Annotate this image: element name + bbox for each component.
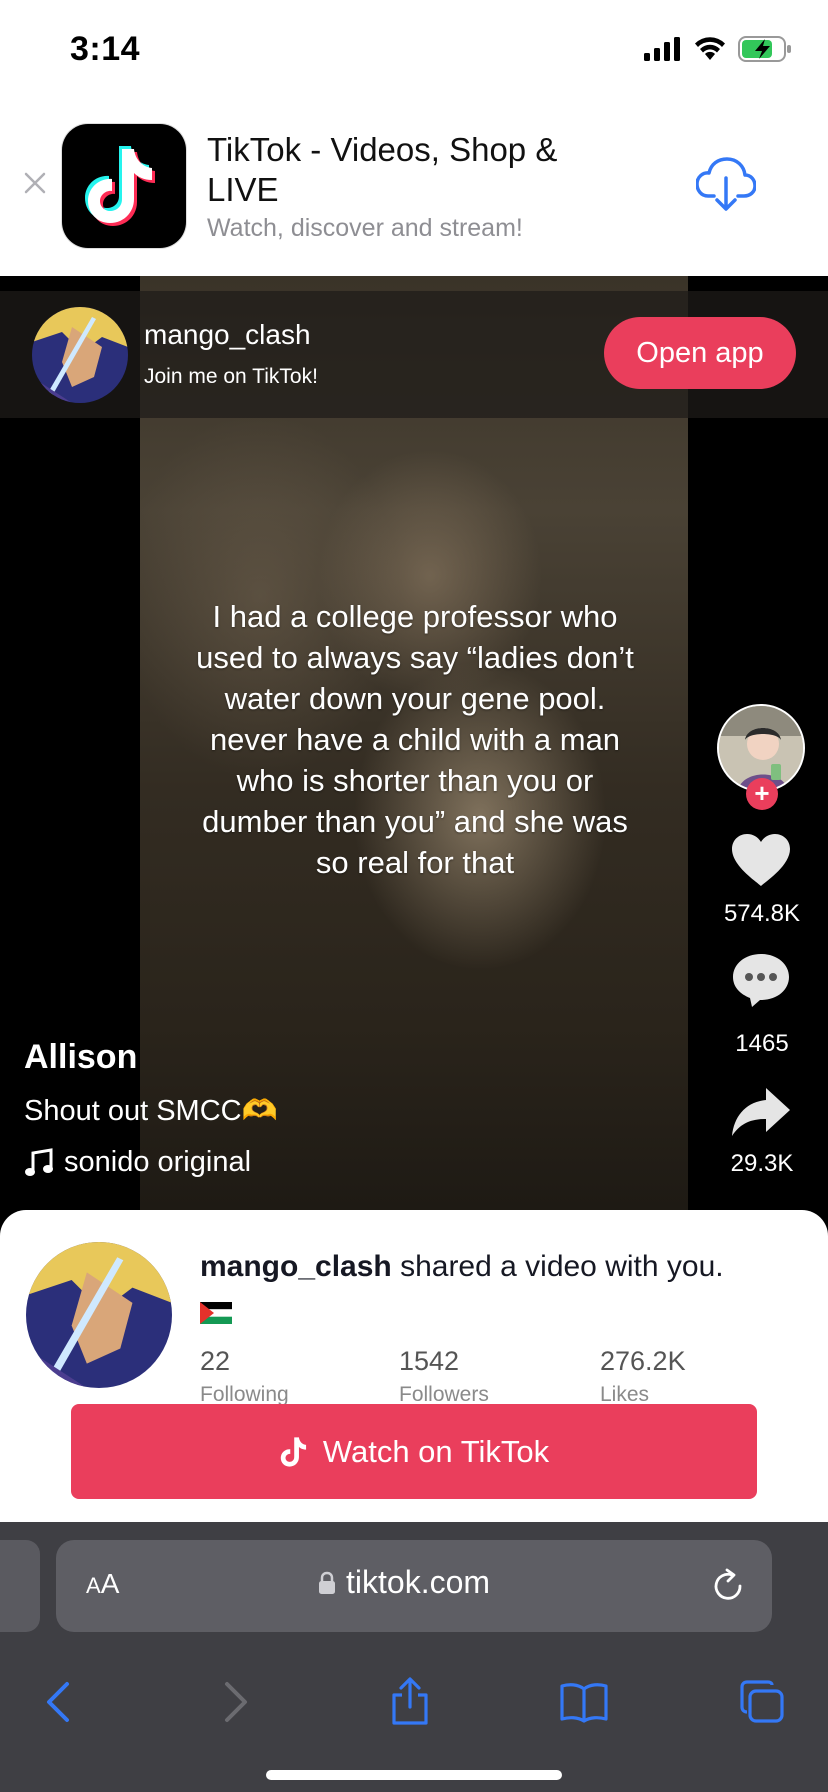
status-icons <box>644 34 792 64</box>
status-bar: 3:14 <box>0 0 828 100</box>
music-note-icon <box>25 1147 53 1176</box>
back-button[interactable] <box>30 1674 86 1730</box>
share-message: mango_clash shared a video with you. <box>200 1248 800 1286</box>
anime-avatar-image <box>32 307 128 403</box>
sound-name: sonido original <box>64 1146 252 1178</box>
palestine-flag-icon <box>200 1302 232 1324</box>
share-arrow-icon[interactable] <box>730 1084 792 1140</box>
creator-bar: mango_clash Join me on TikTok! Open app <box>0 291 828 418</box>
share-button[interactable] <box>382 1674 438 1730</box>
video-author-name[interactable]: Allison <box>24 1038 137 1077</box>
stat-likes: 276.2K Likes <box>600 1346 686 1407</box>
wifi-icon <box>695 37 725 60</box>
battery-charging-icon <box>738 36 791 62</box>
video-player[interactable]: I had a college professor who used to al… <box>0 276 828 1211</box>
close-icon[interactable] <box>22 170 48 196</box>
sharer-avatar[interactable] <box>26 1242 172 1388</box>
following-count: 22 <box>200 1346 231 1376</box>
creator-username: mango_clash <box>144 319 311 350</box>
previous-tab-stub[interactable] <box>0 1540 40 1632</box>
creator-tagline: Join me on TikTok! <box>144 365 318 388</box>
stat-following: 22 Following <box>200 1346 289 1407</box>
followers-count: 1542 <box>399 1346 460 1376</box>
book-icon <box>560 1683 608 1723</box>
chevron-right-icon <box>225 1682 247 1722</box>
anime-avatar-image <box>26 1242 172 1388</box>
tiktok-logo-icon <box>85 146 155 226</box>
status-time: 3:14 <box>70 30 141 68</box>
tabs-button[interactable] <box>734 1674 790 1730</box>
url-display[interactable]: tiktok.com <box>318 1564 490 1601</box>
chevron-left-icon <box>47 1682 69 1722</box>
tabs-icon <box>740 1680 784 1723</box>
likes-count: 276.2K <box>600 1346 686 1376</box>
watch-on-tiktok-button[interactable]: Watch on TikTok <box>71 1404 757 1499</box>
lock-icon <box>319 1571 335 1594</box>
watch-button-label: Watch on TikTok <box>322 1433 550 1469</box>
stat-followers: 1542 Followers <box>399 1346 489 1407</box>
video-description: Shout out SMCC🫶 <box>24 1095 278 1127</box>
comment-count: 1465 <box>735 1030 789 1057</box>
url-text: tiktok.com <box>346 1564 491 1600</box>
sharer-username[interactable]: mango_clash <box>200 1250 392 1283</box>
share-count: 29.3K <box>730 1150 794 1177</box>
banner-app-title: TikTok - Videos, Shop & LIVE <box>207 131 558 208</box>
browser-nav-row <box>0 1652 828 1752</box>
cellular-signal-icon <box>644 37 680 61</box>
comment-icon[interactable] <box>730 952 792 1008</box>
banner-app-subtitle: Watch, discover and stream! <box>207 214 523 242</box>
browser-toolbar: AA tiktok.com <box>0 1522 828 1792</box>
reload-icon[interactable] <box>708 1566 748 1606</box>
follow-plus-button[interactable]: + <box>746 778 778 810</box>
home-indicator[interactable] <box>266 1770 562 1780</box>
address-bar[interactable]: AA tiktok.com <box>56 1540 772 1632</box>
creator-avatar[interactable] <box>32 307 128 403</box>
tiktok-note-icon <box>280 1436 306 1467</box>
heart-icon[interactable] <box>730 832 792 888</box>
video-text-overlay: I had a college professor who used to al… <box>196 599 634 880</box>
share-message-text: shared a video with you. <box>391 1250 724 1283</box>
tiktok-app-icon[interactable] <box>62 124 186 248</box>
open-app-button[interactable]: Open app <box>604 317 796 389</box>
share-icon <box>392 1677 428 1725</box>
app-banner: TikTok - Videos, Shop & LIVE Watch, disc… <box>0 100 828 276</box>
share-sheet: mango_clash shared a video with you. 22 … <box>0 1210 828 1522</box>
bookmarks-button[interactable] <box>556 1674 612 1730</box>
forward-button[interactable] <box>208 1674 264 1730</box>
text-size-button[interactable]: AA <box>86 1568 119 1600</box>
cloud-download-icon[interactable] <box>696 156 756 212</box>
video-sound[interactable]: sonido original <box>24 1146 251 1179</box>
like-count: 574.8K <box>723 900 801 927</box>
